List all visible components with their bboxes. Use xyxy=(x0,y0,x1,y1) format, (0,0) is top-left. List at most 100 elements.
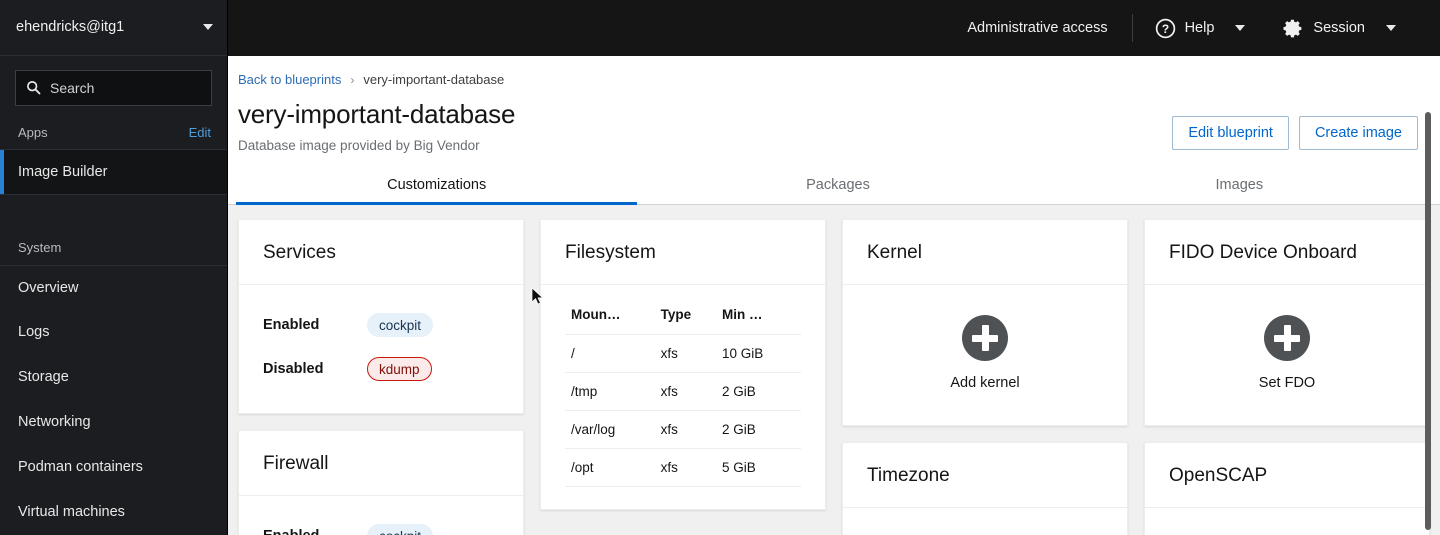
sidebar-item-storage[interactable]: Storage xyxy=(0,355,227,400)
openscap-card-body xyxy=(1145,508,1429,535)
cell-mountpoint: /var/log xyxy=(565,410,655,449)
services-card-body: Enabled cockpit Disabled kdump xyxy=(239,285,523,413)
sidebar-item-networking[interactable]: Networking xyxy=(0,400,227,445)
column-header-mountpoint: Moun… xyxy=(565,303,655,335)
sidebar-item-label: Virtual machines xyxy=(18,504,125,521)
cell-mountpoint: / xyxy=(565,334,655,373)
help-menu-button[interactable]: ? Help xyxy=(1133,18,1262,39)
service-chip-cockpit[interactable]: cockpit xyxy=(367,313,434,337)
timezone-card-body xyxy=(843,508,1127,535)
session-menu-button[interactable]: Session xyxy=(1261,18,1412,39)
services-card: Services Enabled cockpit Disabled kdump xyxy=(238,219,524,414)
table-header-row: Moun… Type Min … xyxy=(565,303,801,335)
content-panel: Back to blueprints › very-important-data… xyxy=(228,56,1440,535)
search-icon xyxy=(27,81,41,95)
firewall-chip-cockpit[interactable]: cockpit xyxy=(367,524,434,535)
cell-type: xfs xyxy=(654,448,717,487)
sidebar-section-system-label: System xyxy=(18,239,62,255)
chevron-down-icon xyxy=(203,24,213,31)
sidebar-item-label: Podman containers xyxy=(18,459,143,476)
cell-minsize: 2 GiB xyxy=(716,410,801,449)
session-label: Session xyxy=(1313,20,1365,36)
service-chip-kdump[interactable]: kdump xyxy=(367,357,432,381)
tab-packages[interactable]: Packages xyxy=(637,167,1038,204)
sidebar-section-apps-label: Apps xyxy=(18,124,48,140)
filesystem-card: Filesystem Moun… Type Min … / xfs 10 GiB… xyxy=(540,219,826,510)
sidebar-item-label: Networking xyxy=(18,414,91,431)
filesystem-card-title: Filesystem xyxy=(541,220,825,285)
sidebar-item-image-builder[interactable]: Image Builder xyxy=(0,149,227,195)
breadcrumb: Back to blueprints › very-important-data… xyxy=(238,72,1412,87)
grid-column-3: Kernel Add kernel Timezone xyxy=(842,219,1128,535)
breadcrumb-back-link[interactable]: Back to blueprints xyxy=(238,72,341,87)
fido-card-title: FIDO Device Onboard xyxy=(1145,220,1429,285)
table-row: / xfs 10 GiB xyxy=(565,334,801,373)
help-label: Help xyxy=(1184,20,1215,36)
vertical-scrollbar[interactable] xyxy=(1425,112,1431,530)
services-enabled-row: Enabled cockpit xyxy=(263,303,499,347)
cell-type: xfs xyxy=(654,372,717,411)
edit-blueprint-button[interactable]: Edit blueprint xyxy=(1172,116,1289,150)
create-image-button[interactable]: Create image xyxy=(1298,116,1418,150)
cell-type: xfs xyxy=(654,410,717,449)
sidebar-section-system: System xyxy=(0,231,227,266)
filesystem-table: Moun… Type Min … / xfs 10 GiB /tmp xfs 2… xyxy=(565,303,801,487)
sidebar-item-label: Image Builder xyxy=(18,163,108,180)
set-fdo-button[interactable]: Set FDO xyxy=(1145,285,1429,425)
breadcrumb-current: very-important-database xyxy=(363,72,505,87)
svg-text:?: ? xyxy=(1161,21,1168,35)
sidebar-item-logs[interactable]: Logs xyxy=(0,311,227,356)
cell-minsize: 10 GiB xyxy=(716,334,801,373)
sidebar-item-label: Storage xyxy=(18,369,69,386)
chevron-down-icon xyxy=(1235,25,1246,31)
breadcrumb-separator-icon: › xyxy=(350,72,355,87)
search-input[interactable]: Search xyxy=(15,69,212,106)
grid-column-1: Services Enabled cockpit Disabled kdump xyxy=(238,219,524,535)
user-account-label: ehendricks@itg1 xyxy=(16,18,125,35)
grid-column-4: FIDO Device Onboard Set FDO OpenSCAP xyxy=(1144,219,1430,535)
filesystem-card-body: Moun… Type Min … / xfs 10 GiB /tmp xfs 2… xyxy=(541,285,825,509)
plus-circle-icon xyxy=(1264,315,1310,361)
add-kernel-button[interactable]: Add kernel xyxy=(843,285,1127,425)
timezone-card: Timezone xyxy=(842,442,1128,535)
firewall-card: Firewall Enabled cockpit xyxy=(238,430,524,535)
add-kernel-label: Add kernel xyxy=(950,375,1020,391)
administrative-access-button[interactable]: Administrative access xyxy=(943,20,1131,36)
tab-customizations[interactable]: Customizations xyxy=(236,167,638,205)
table-row: /var/log xfs 2 GiB xyxy=(565,410,801,449)
sidebar-item-label: Logs xyxy=(18,324,50,341)
sidebar-item-overview[interactable]: Overview xyxy=(0,266,227,311)
chevron-down-icon xyxy=(1386,25,1396,31)
customizations-grid: Services Enabled cockpit Disabled kdump xyxy=(238,219,1430,535)
gear-icon xyxy=(1283,19,1302,37)
services-disabled-label: Disabled xyxy=(263,361,324,377)
filesystem-table-head: Moun… Type Min … xyxy=(565,303,801,335)
plus-circle-icon xyxy=(962,315,1008,361)
firewall-enabled-label: Enabled xyxy=(263,528,367,535)
kernel-card-title: Kernel xyxy=(843,220,1127,285)
sidebar-section-apps: Apps Edit xyxy=(0,116,227,150)
table-row: /tmp xfs 2 GiB xyxy=(565,372,801,411)
tab-images[interactable]: Images xyxy=(1039,167,1440,204)
sidebar-apps-edit-link[interactable]: Edit xyxy=(189,125,211,140)
tab-bar: Customizations Packages Images xyxy=(228,167,1440,205)
firewall-enabled-row: Enabled cockpit xyxy=(263,514,499,535)
set-fdo-label: Set FDO xyxy=(1258,375,1316,391)
search-placeholder: Search xyxy=(50,79,95,96)
sidebar-item-label: Overview xyxy=(18,279,79,296)
timezone-card-title: Timezone xyxy=(843,443,1127,508)
cell-mountpoint: /tmp xyxy=(565,372,655,411)
filesystem-table-body: / xfs 10 GiB /tmp xfs 2 GiB /var/log xfs… xyxy=(565,334,801,487)
column-header-minsize: Min … xyxy=(716,303,801,335)
sidebar-search-container: Search xyxy=(0,56,227,116)
services-card-title: Services xyxy=(239,220,523,285)
cell-mountpoint: /opt xyxy=(565,448,655,487)
sidebar-item-podman-containers[interactable]: Podman containers xyxy=(0,445,227,490)
table-row: /opt xfs 5 GiB xyxy=(565,448,801,487)
grid-column-2: Filesystem Moun… Type Min … / xfs 10 GiB… xyxy=(540,219,826,510)
cell-minsize: 2 GiB xyxy=(716,372,801,411)
sidebar-item-virtual-machines[interactable]: Virtual machines xyxy=(0,490,227,535)
openscap-card-title: OpenSCAP xyxy=(1145,443,1429,508)
user-account-dropdown[interactable]: ehendricks@itg1 xyxy=(0,0,227,56)
